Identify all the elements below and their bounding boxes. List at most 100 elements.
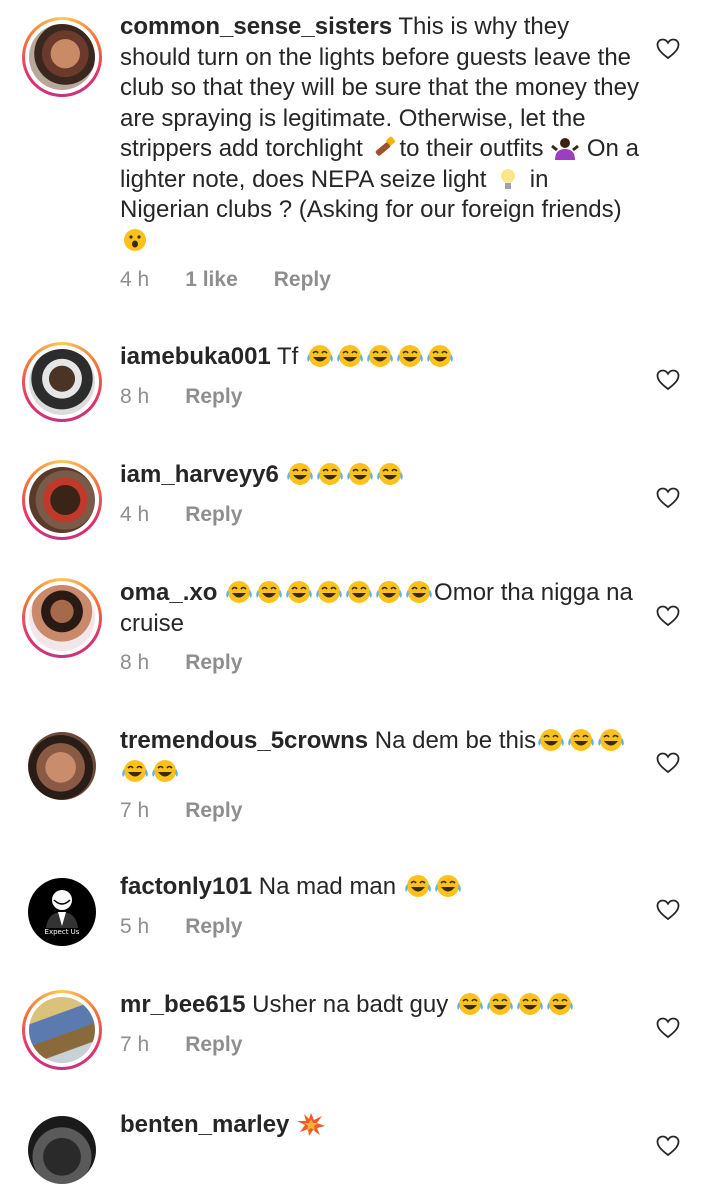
laughing-tears-emoji bbox=[536, 728, 566, 752]
comment-meta: 7 h Reply bbox=[120, 1033, 640, 1057]
like-heart-icon[interactable] bbox=[656, 899, 680, 921]
like-heart-icon[interactable] bbox=[656, 752, 680, 774]
reply-button[interactable]: Reply bbox=[185, 651, 242, 675]
laughing-tears-emoji bbox=[425, 344, 455, 368]
laughing-tears-emoji bbox=[566, 728, 596, 752]
comment-meta: 7 h Reply bbox=[120, 799, 640, 823]
laughing-tears-emoji bbox=[314, 580, 344, 604]
comment-text: benten_marley bbox=[120, 1110, 640, 1141]
comment-time: 5 h bbox=[120, 914, 150, 938]
comment-text-part: Na mad man bbox=[258, 873, 397, 900]
reply-button[interactable]: Reply bbox=[274, 268, 331, 292]
avatar bbox=[29, 349, 95, 415]
avatar-wrapper[interactable] bbox=[22, 726, 102, 806]
comment-text-part: Na dem be this bbox=[374, 727, 537, 754]
laughing-tears-emoji bbox=[403, 874, 433, 898]
comment-meta: 5 h Reply bbox=[120, 915, 640, 939]
avatar-story-ring[interactable] bbox=[22, 460, 102, 540]
laughing-tears-emoji bbox=[596, 728, 626, 752]
like-heart-icon[interactable] bbox=[656, 605, 680, 627]
reply-button[interactable]: Reply bbox=[185, 1033, 242, 1057]
laughing-tears-emoji bbox=[455, 992, 485, 1016]
shrug-woman-emoji bbox=[550, 136, 580, 160]
avatar bbox=[28, 1116, 96, 1184]
comment-time: 4 h bbox=[120, 502, 150, 526]
laughing-tears-emoji bbox=[365, 344, 395, 368]
avatar-story-ring[interactable] bbox=[22, 578, 102, 658]
comment-text: tremendous_5crowns Na dem be this bbox=[120, 726, 640, 787]
avatar bbox=[29, 585, 95, 651]
comment-text-part: to their outfits bbox=[399, 135, 551, 162]
comment-text-part: Tf bbox=[277, 343, 299, 370]
avatar bbox=[29, 24, 95, 90]
laughing-tears-emoji bbox=[315, 462, 345, 486]
laughing-tears-emoji bbox=[284, 580, 314, 604]
comment-username[interactable]: factonly101 bbox=[120, 873, 252, 900]
laughing-tears-emoji bbox=[395, 344, 425, 368]
comment-username[interactable]: common_sense_sisters bbox=[120, 13, 392, 40]
reply-button[interactable]: Reply bbox=[185, 915, 242, 939]
comment-time: 7 h bbox=[120, 1032, 150, 1056]
comment-username[interactable]: iam_harveyy6 bbox=[120, 461, 279, 488]
reply-button[interactable]: Reply bbox=[185, 385, 242, 409]
laughing-tears-emoji bbox=[344, 580, 374, 604]
avatar bbox=[28, 732, 96, 800]
comment-meta: 4 h 1 like Reply bbox=[120, 268, 640, 292]
like-heart-icon[interactable] bbox=[656, 38, 680, 60]
avatar-wrapper[interactable] bbox=[22, 1110, 102, 1190]
flashlight-emoji bbox=[369, 136, 399, 160]
avatar-caption: Expect Us bbox=[44, 928, 80, 936]
comment-username[interactable]: benten_marley bbox=[120, 1111, 289, 1138]
laughing-tears-emoji bbox=[305, 344, 335, 368]
comment-text: iam_harveyy6 bbox=[120, 460, 640, 491]
avatar-story-ring[interactable] bbox=[22, 17, 102, 97]
comment-username[interactable]: mr_bee615 bbox=[120, 991, 245, 1018]
laughing-tears-emoji bbox=[345, 462, 375, 486]
comment-time: 7 h bbox=[120, 799, 150, 822]
like-heart-icon[interactable] bbox=[656, 369, 680, 391]
comment-username[interactable]: tremendous_5crowns bbox=[120, 727, 368, 754]
avatar bbox=[29, 467, 95, 533]
laughing-tears-emoji bbox=[404, 580, 434, 604]
laughing-tears-emoji bbox=[433, 874, 463, 898]
laughing-tears-emoji bbox=[224, 580, 254, 604]
comment-meta: 8 h Reply bbox=[120, 651, 640, 675]
avatar-wrapper[interactable]: Expect Us bbox=[22, 872, 102, 952]
laughing-tears-emoji bbox=[374, 580, 404, 604]
comment-meta: 4 h Reply bbox=[120, 503, 640, 527]
comment-meta: 8 h Reply bbox=[120, 385, 640, 409]
comment-time: 4 h bbox=[120, 268, 150, 291]
likes-count-link[interactable]: 1 like bbox=[185, 268, 238, 292]
comment-text: oma_.xo Omor tha nigga na cruise bbox=[120, 578, 640, 639]
comment-text: iamebuka001 Tf bbox=[120, 342, 640, 373]
laughing-tears-emoji bbox=[120, 759, 150, 783]
avatar-story-ring[interactable] bbox=[22, 342, 102, 422]
laughing-tears-emoji bbox=[485, 992, 515, 1016]
laughing-tears-emoji bbox=[335, 344, 365, 368]
laughing-tears-emoji bbox=[150, 759, 180, 783]
comment-text: common_sense_sisters This is why they sh… bbox=[120, 12, 640, 256]
comment-username[interactable]: iamebuka001 bbox=[120, 343, 271, 370]
avatar: Expect Us bbox=[28, 878, 96, 946]
like-heart-icon[interactable] bbox=[656, 1017, 680, 1039]
comment-text: factonly101 Na mad man bbox=[120, 872, 640, 903]
reply-button[interactable]: Reply bbox=[185, 799, 242, 823]
reply-button[interactable]: Reply bbox=[185, 503, 242, 527]
like-heart-icon[interactable] bbox=[656, 1135, 680, 1157]
comment-text-part: Usher na badt guy bbox=[252, 991, 449, 1018]
laughing-tears-emoji bbox=[254, 580, 284, 604]
comment-time: 8 h bbox=[120, 651, 150, 674]
comment-time: 8 h bbox=[120, 384, 150, 408]
avatar bbox=[29, 997, 95, 1063]
laughing-tears-emoji bbox=[515, 992, 545, 1016]
light-bulb-emoji bbox=[493, 167, 523, 191]
avatar-story-ring[interactable] bbox=[22, 990, 102, 1070]
laughing-tears-emoji bbox=[545, 992, 575, 1016]
collision-emoji bbox=[296, 1112, 326, 1136]
astonished-face-emoji bbox=[120, 228, 150, 252]
laughing-tears-emoji bbox=[375, 462, 405, 486]
comment-text: mr_bee615 Usher na badt guy bbox=[120, 990, 640, 1021]
comment-username[interactable]: oma_.xo bbox=[120, 579, 217, 606]
laughing-tears-emoji bbox=[285, 462, 315, 486]
like-heart-icon[interactable] bbox=[656, 487, 680, 509]
